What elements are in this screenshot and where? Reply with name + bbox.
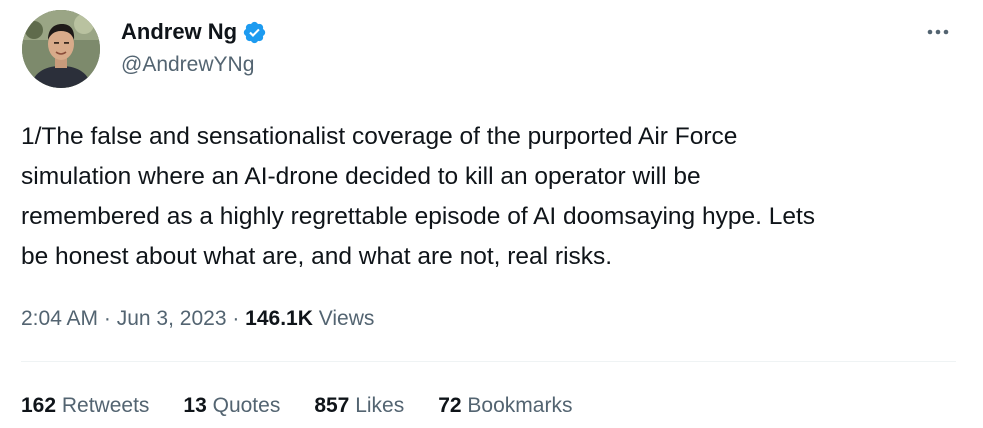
quotes-stat[interactable]: 13 Quotes: [183, 391, 280, 421]
tweet-time[interactable]: 2:04 AM: [21, 307, 98, 330]
quotes-label: Quotes: [206, 394, 281, 417]
more-options-button[interactable]: [920, 19, 956, 45]
retweets-label: Retweets: [56, 394, 150, 417]
quotes-count: 13: [183, 394, 207, 417]
author-name-row: Andrew Ng: [121, 17, 267, 47]
bookmarks-stat[interactable]: 72 Bookmarks: [438, 391, 572, 421]
views-count[interactable]: 146.1K: [245, 307, 313, 330]
likes-label: Likes: [349, 394, 405, 417]
more-options-icon: [927, 29, 949, 35]
likes-count: 857: [314, 394, 350, 417]
views-label: Views: [312, 307, 375, 330]
author-handle[interactable]: @AndrewYNg: [121, 52, 254, 78]
meta-separator: ·: [226, 307, 246, 330]
tweet-meta: 2:04 AM · Jun 3, 2023 · 146.1K Views: [21, 304, 374, 334]
engagement-stats: 162 Retweets 13 Quotes 857 Likes 72 Book…: [21, 391, 606, 421]
avatar-photo: [22, 10, 100, 88]
author-display-name[interactable]: Andrew Ng: [121, 18, 237, 46]
retweets-count: 162: [21, 394, 57, 417]
tweet-text: 1/The false and sensationalist coverage …: [21, 123, 816, 270]
meta-separator: ·: [98, 307, 117, 330]
retweets-stat[interactable]: 162 Retweets: [21, 391, 149, 421]
tweet-date[interactable]: Jun 3, 2023: [117, 307, 227, 330]
avatar[interactable]: [22, 10, 100, 88]
bookmarks-label: Bookmarks: [461, 394, 573, 417]
tweet-card: Andrew Ng @AndrewYNg 1/The false and sen…: [0, 0, 983, 428]
divider: [21, 361, 956, 362]
bookmarks-count: 72: [438, 394, 462, 417]
verified-badge-icon[interactable]: [242, 20, 267, 45]
likes-stat[interactable]: 857 Likes: [314, 391, 404, 421]
